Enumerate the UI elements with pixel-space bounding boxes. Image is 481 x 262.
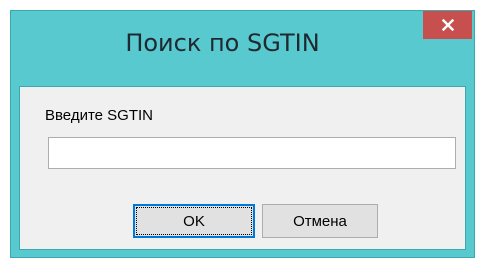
close-icon bbox=[441, 19, 454, 31]
title-bar[interactable]: Поиск по SGTIN bbox=[11, 11, 474, 75]
cancel-button-label: Отмена bbox=[293, 212, 347, 230]
sgtin-label: Введите SGTIN bbox=[45, 107, 153, 124]
close-button[interactable] bbox=[423, 11, 472, 39]
cancel-button[interactable]: Отмена bbox=[262, 204, 378, 238]
ok-button[interactable]: OK bbox=[133, 204, 255, 238]
sgtin-input[interactable] bbox=[48, 137, 456, 169]
dialog-body: Введите SGTIN OK Отмена bbox=[19, 86, 466, 250]
ok-button-label: OK bbox=[183, 212, 205, 230]
dialog-title: Поиск по SGTIN bbox=[125, 29, 320, 57]
dialog-window: Поиск по SGTIN Введите SGTIN OK Отмена bbox=[10, 10, 475, 258]
